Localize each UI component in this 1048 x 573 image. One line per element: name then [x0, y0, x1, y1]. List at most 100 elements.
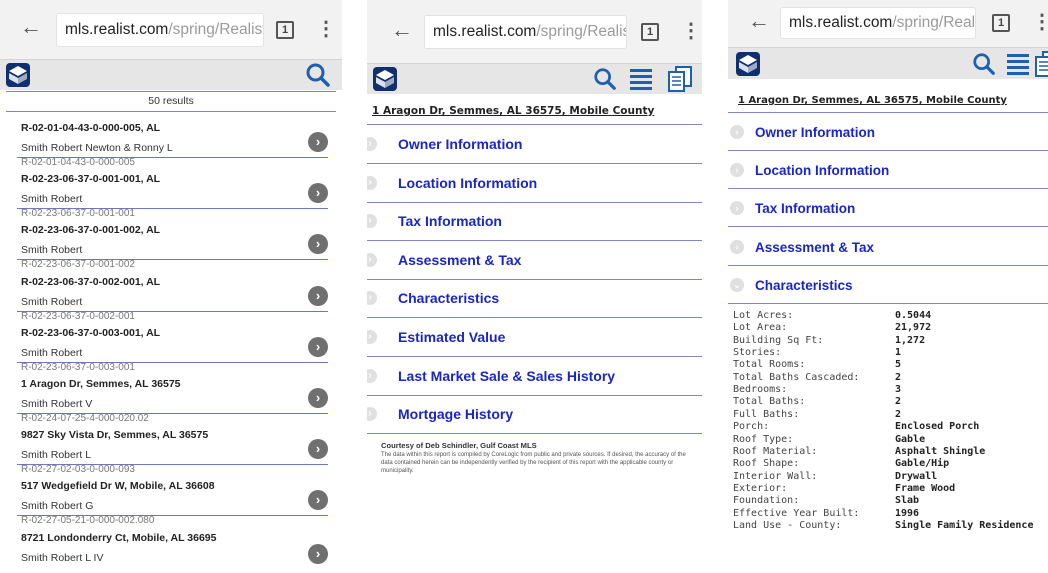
report-expanded-screen: ← mls.realist.com/spring/Realist 1 ⋮ 1 A…: [728, 0, 1048, 573]
list-view-icon[interactable]: [1006, 53, 1030, 75]
search-icon[interactable]: [305, 62, 331, 88]
section-label: Location Information: [755, 163, 890, 179]
result-owner: Smith Robert: [21, 244, 83, 257]
more-vert-icon[interactable]: ⋮: [1032, 9, 1048, 34]
result-item[interactable]: R-02-23-06-37-0-003-001, AL Smith Robert R…: [17, 325, 328, 376]
section-tax-information[interactable]: › Tax Information: [367, 203, 702, 242]
characteristic-label: Stories:: [733, 347, 782, 359]
section-mortgage-history[interactable]: › Mortgage History: [367, 396, 702, 435]
arrow-right-circle-icon: ›: [367, 407, 377, 422]
section-assessment-tax[interactable]: › Assessment & Tax: [367, 242, 702, 280]
result-parcel-id: R-02-27-02-03-0-000-093: [21, 464, 135, 476]
browser-toolbar: ← mls.realist.com/spring/Realist 1 ⋮: [728, 0, 1048, 48]
arrow-right-circle-icon: ›: [367, 291, 377, 306]
result-title: 9827 Sky Vista Dr, Semmes, AL 36575: [21, 429, 209, 442]
browser-toolbar: ← mls.realist.com/spring/Realist 1 ⋮: [0, 0, 342, 60]
chevron-right-icon[interactable]: ›: [308, 285, 328, 306]
result-item[interactable]: R-02-01-04-43-0-000-005, AL Smith Robert …: [17, 120, 328, 171]
chevron-right-icon[interactable]: ›: [308, 336, 328, 357]
characteristic-label: Land Use - County:: [733, 520, 842, 531]
realist-logo-icon[interactable]: [736, 52, 760, 76]
chevron-right-icon[interactable]: ›: [308, 490, 328, 511]
report-icon[interactable]: [667, 66, 693, 92]
result-owner: Smith Robert G: [21, 500, 94, 513]
characteristic-value: 2: [895, 408, 902, 420]
section-label: Last Market Sale & Sales History: [398, 367, 616, 384]
chevron-right-icon[interactable]: ›: [308, 439, 328, 460]
result-item[interactable]: R-02-23-06-37-0-001-002, AL Smith Robert R…: [17, 222, 328, 273]
back-arrow-icon[interactable]: ←: [20, 14, 42, 40]
result-item[interactable]: 8721 Londonderry Ct, Mobile, AL 36695 Smi…: [21, 530, 328, 573]
more-vert-icon[interactable]: ⋮: [316, 16, 336, 41]
tab-switcher-button[interactable]: 1: [992, 14, 1010, 32]
section-label: Tax Information: [755, 201, 856, 217]
arrow-right-circle-icon: ›: [367, 368, 377, 383]
section-assessment-tax[interactable]: › Assessment & Tax: [728, 228, 1048, 266]
section-characteristics[interactable]: ⌄ Characteristics: [728, 266, 1048, 304]
more-vert-icon[interactable]: ⋮: [681, 18, 701, 43]
characteristic-row: Foundation: Slab: [733, 495, 1048, 507]
url-path: /spring/Realist: [892, 14, 976, 31]
section-tax-information[interactable]: › Tax Information: [728, 189, 1048, 228]
characteristic-row: Total Baths: 2: [733, 396, 1048, 408]
section-location-information[interactable]: › Location Information: [367, 165, 702, 203]
characteristic-row: Roof Material: Asphalt Shingle: [733, 446, 1048, 458]
result-item[interactable]: R-02-23-06-37-0-001-001, AL Smith Robert R…: [17, 171, 328, 222]
url-bar[interactable]: mls.realist.com/spring/Realist: [780, 7, 976, 39]
characteristic-label: Total Baths:: [733, 396, 806, 408]
chevron-right-icon[interactable]: ›: [308, 132, 328, 152]
url-bar[interactable]: mls.realist.com/spring/Realist: [56, 13, 264, 47]
characteristic-row: Interior Wall: Drywall: [733, 471, 1048, 483]
result-item[interactable]: 1 Aragon Dr, Semmes, AL 36575 Smith Rober…: [17, 376, 328, 427]
chevron-right-icon[interactable]: ›: [308, 388, 328, 408]
property-address[interactable]: 1 Aragon Dr, Semmes, AL 36575, Mobile Co…: [372, 105, 654, 117]
list-view-icon[interactable]: [629, 68, 653, 90]
report-icon[interactable]: [1034, 51, 1048, 77]
section-characteristics[interactable]: › Characteristics: [367, 280, 702, 319]
tab-switcher-button[interactable]: 1: [276, 21, 294, 39]
tab-switcher-button[interactable]: 1: [641, 23, 659, 41]
section-estimated-value[interactable]: › Estimated Value: [367, 319, 702, 357]
result-title: 1 Aragon Dr, Semmes, AL 36575: [21, 378, 181, 390]
back-arrow-icon[interactable]: ←: [391, 17, 413, 43]
result-parcel-id: R-02-23-06-37-0-003-001: [21, 361, 135, 373]
result-title: 8721 Londonderry Ct, Mobile, AL 36695: [21, 531, 217, 544]
chevron-right-icon[interactable]: ›: [308, 183, 328, 204]
result-owner: Smith Robert: [21, 295, 83, 308]
section-label: Characteristics: [755, 277, 853, 293]
result-item[interactable]: R-02-23-06-37-0-002-001, AL Smith Robert R…: [17, 274, 328, 325]
characteristic-label: Roof Material:: [733, 445, 818, 457]
arrow-down-circle-icon: ⌄: [730, 277, 744, 292]
property-address[interactable]: 1 Aragon Dr, Semmes, AL 36575, Mobile Co…: [738, 95, 1007, 106]
back-arrow-icon[interactable]: ←: [748, 8, 770, 34]
section-label: Location Information: [398, 174, 538, 191]
search-icon[interactable]: [972, 52, 996, 76]
search-icon[interactable]: [593, 67, 617, 91]
section-owner-information[interactable]: › Owner Information: [367, 126, 702, 164]
section-last-market-sale-sales-history[interactable]: › Last Market Sale & Sales History: [367, 358, 702, 396]
characteristic-row: Lot Acres: 0.5044: [733, 310, 1048, 322]
arrow-right-circle-icon: ›: [367, 175, 377, 190]
characteristic-row: Full Baths: 2: [733, 409, 1048, 421]
chevron-right-icon[interactable]: ›: [308, 234, 328, 255]
arrow-right-circle-icon: ›: [730, 125, 744, 139]
arrow-right-circle-icon: ›: [367, 214, 377, 229]
divider: [367, 433, 702, 435]
section-label: Owner Information: [398, 136, 523, 152]
characteristic-label: Porch:: [733, 421, 770, 433]
section-location-information[interactable]: › Location Information: [728, 151, 1048, 190]
result-item[interactable]: 9827 Sky Vista Dr, Semmes, AL 36575 Smith…: [17, 427, 328, 478]
result-item[interactable]: 517 Wedgefield Dr W, Mobile, AL 36608 Smi…: [17, 478, 328, 529]
realist-logo-icon[interactable]: [6, 63, 30, 87]
realist-logo-icon[interactable]: [373, 67, 397, 91]
courtesy-disclaimer: The data within this report is compiled …: [381, 452, 686, 474]
section-owner-information[interactable]: › Owner Information: [728, 113, 1048, 151]
app-header: [0, 60, 342, 90]
characteristic-value: Slab: [895, 495, 920, 507]
characteristic-value: Asphalt Shingle: [895, 445, 986, 457]
url-bar[interactable]: mls.realist.com/spring/Realist: [424, 15, 627, 49]
result-title: 517 Wedgefield Dr W, Mobile, AL 36608: [21, 480, 215, 493]
result-title: R-02-23-06-37-0-002-001, AL: [21, 275, 161, 288]
chevron-right-icon[interactable]: ›: [308, 543, 328, 564]
result-parcel-id: R-02-24-07-25-4-000-020.02: [21, 413, 149, 424]
